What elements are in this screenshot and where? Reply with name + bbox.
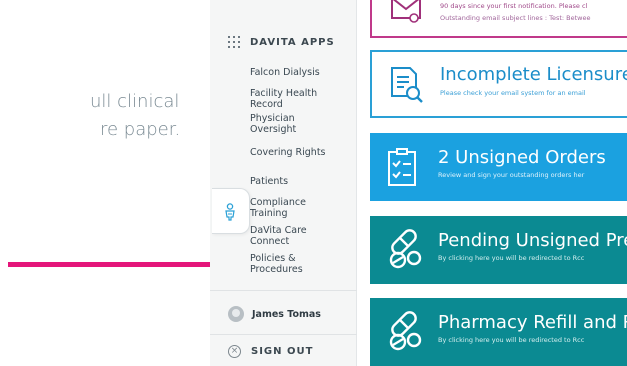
sidebar: DAVITA APPS Falcon Dialysis Facility Hea… — [210, 0, 357, 366]
pending-prescriptions-title: Pending Unsigned Pre — [438, 230, 627, 251]
unsigned-orders-card[interactable]: 2 Unsigned Orders Review and sign your o… — [370, 133, 627, 201]
pharmacy-refill-title: Pharmacy Refill and Re — [438, 312, 627, 333]
notification-card[interactable]: 90 days since your first notification. P… — [370, 0, 627, 38]
licensure-title: Incomplete Licensure & — [440, 64, 627, 85]
pending-prescriptions-card[interactable]: Pending Unsigned Pre By clicking here yo… — [370, 216, 627, 284]
sidebar-item-falcon-dialysis[interactable]: Falcon Dialysis — [250, 67, 350, 78]
pharmacy-refill-subtitle: By clicking here you will be redirected … — [438, 336, 585, 344]
avatar — [228, 306, 244, 322]
sidebar-item-label: Falcon Dialysis — [250, 67, 320, 78]
apps-header: DAVITA APPS — [228, 36, 335, 48]
sidebar-item-label: Training — [250, 208, 288, 219]
sidebar-divider — [210, 334, 357, 335]
alert-envelope-icon — [391, 0, 421, 23]
page: ull clinical re paper. DAVITA APPS Falco… — [0, 0, 627, 366]
background-text-line-1: ull clinical — [90, 91, 180, 112]
checklist-icon — [388, 148, 416, 186]
sidebar-item-label: Oversight — [250, 124, 297, 135]
apps-title: DAVITA APPS — [250, 36, 335, 48]
pending-prescriptions-subtitle: By clicking here you will be redirected … — [438, 254, 585, 262]
licensure-card[interactable]: Incomplete Licensure & Please check your… — [370, 50, 627, 118]
background-text-line-2: re paper. — [100, 119, 181, 140]
sidebar-divider — [210, 290, 357, 291]
close-circle-icon: × — [228, 345, 241, 358]
sidebar-item-policies-procedures[interactable]: Policies & Procedures — [250, 253, 350, 275]
sidebar-item-label: Covering Rights — [250, 147, 326, 158]
sign-out-label: SIGN OUT — [251, 346, 314, 357]
document-search-icon — [391, 67, 423, 103]
pharmacy-refill-card[interactable]: Pharmacy Refill and Re By clicking here … — [370, 298, 627, 366]
person-help-icon — [225, 203, 235, 221]
pills-icon — [389, 311, 422, 351]
sidebar-item-label: Patients — [250, 176, 289, 187]
sidebar-item-covering-rights[interactable]: Covering Rights — [250, 147, 350, 158]
help-tab[interactable] — [212, 188, 250, 234]
sidebar-item-label: DaVita Care — [250, 225, 307, 236]
notification-line-2: Outstanding email subject lines : Test: … — [440, 14, 591, 22]
notification-line-1: 90 days since your first notification. P… — [440, 2, 588, 10]
sidebar-item-label: Record — [250, 99, 283, 110]
user-name: James Tomas — [252, 308, 321, 320]
sidebar-item-davita-care-connect[interactable]: DaVita Care Connect — [250, 225, 350, 247]
sidebar-item-physician-oversight[interactable]: Physician Oversight — [250, 113, 350, 135]
unsigned-orders-title: 2 Unsigned Orders — [438, 147, 606, 168]
app-grid-icon[interactable] — [228, 36, 240, 48]
user-profile[interactable]: James Tomas — [228, 306, 321, 322]
sidebar-item-label: Facility Health — [250, 88, 318, 99]
licensure-subtitle: Please check your email system for an em… — [440, 89, 586, 97]
sidebar-item-label: Procedures — [250, 264, 303, 275]
sidebar-item-label: Compliance — [250, 197, 306, 208]
pills-icon — [389, 229, 422, 269]
sidebar-item-label: Connect — [250, 236, 290, 247]
sidebar-item-label: Policies & — [250, 253, 296, 264]
sidebar-item-patients[interactable]: Patients — [250, 176, 350, 187]
sidebar-item-compliance-training[interactable]: Compliance Training — [250, 197, 350, 219]
sidebar-item-label: Physician — [250, 113, 295, 124]
sign-out-button[interactable]: × SIGN OUT — [228, 345, 313, 358]
pointer-arrow-icon — [8, 252, 240, 277]
sidebar-item-facility-health-record[interactable]: Facility Health Record — [250, 88, 350, 110]
unsigned-orders-subtitle: Review and sign your outstanding orders … — [438, 171, 585, 179]
